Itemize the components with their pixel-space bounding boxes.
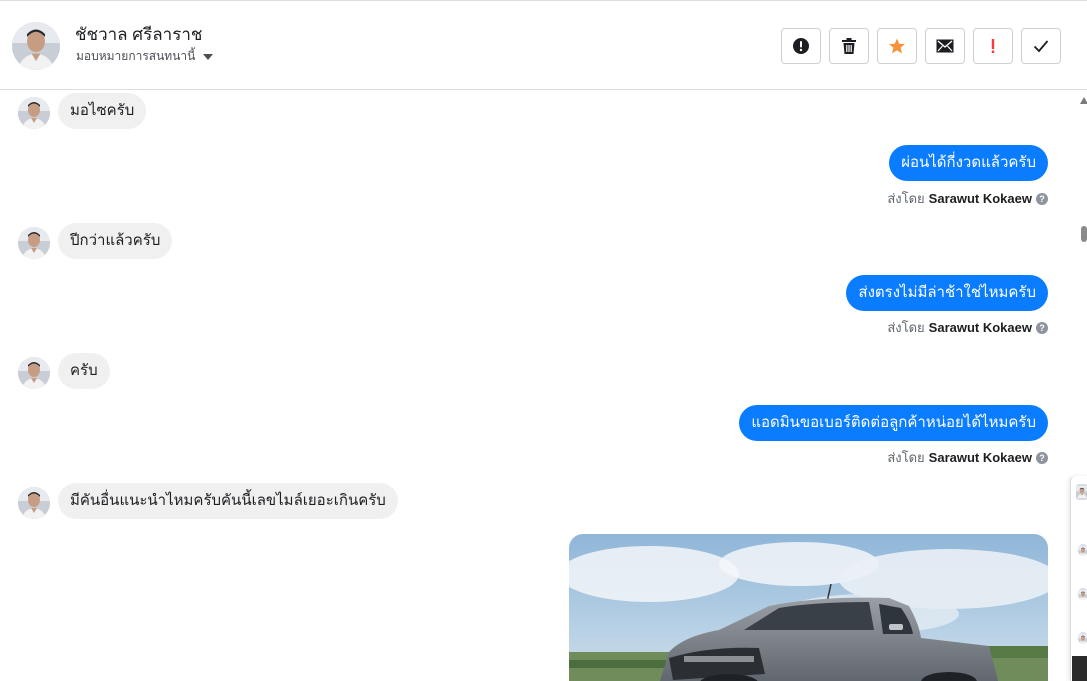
exclamation-circle-icon [793, 38, 809, 54]
pickup-truck-photo [569, 534, 1048, 681]
assign-conversation-dropdown[interactable]: มอบหมายการสนทนานี้ [76, 47, 214, 66]
sent-by-prefix: ส่งโดย [887, 450, 925, 465]
agent-name: Sarawut Kokaew [928, 191, 1032, 206]
incoming-message[interactable]: ครับ [58, 353, 110, 389]
side-avatar-strip [1070, 476, 1087, 681]
delete-button[interactable] [829, 28, 869, 64]
incoming-message[interactable]: ปีกว่าแล้วครับ [58, 223, 173, 259]
sent-by-label: ส่งโดย Sarawut Kokaew ? [887, 188, 1048, 209]
contact-name[interactable]: ชัชวาล ศรีลาราช [75, 21, 202, 48]
envelope-icon [936, 39, 954, 53]
outgoing-message[interactable]: แอดมินขอเบอร์ติดต่อลูกค้าหน่อยได้ไหมครับ [739, 405, 1048, 441]
assign-label: มอบหมายการสนทนานี้ [76, 49, 196, 63]
question-circle-icon[interactable]: ? [1036, 321, 1048, 334]
conversation-toolbar [781, 28, 1061, 64]
report-button[interactable] [781, 28, 821, 64]
incoming-message[interactable]: มีคันอื่นแนะนำไหมครับคันนี้เลขไมล์เยอะเก… [58, 483, 398, 519]
follow-up-button[interactable] [973, 28, 1013, 64]
contact-avatar-small [18, 97, 50, 129]
outgoing-message[interactable]: ผ่อนได้กี่งวดแล้วครับ [889, 145, 1048, 181]
question-circle-icon[interactable]: ? [1036, 451, 1048, 464]
scroll-up-arrow-icon[interactable] [1080, 97, 1087, 104]
contact-avatar-mini[interactable] [1076, 484, 1087, 500]
conversation-header: ชัชวาล ศรีลาราช มอบหมายการสนทนานี้ [0, 0, 1087, 90]
check-icon [1033, 40, 1049, 53]
contact-avatar-mini[interactable] [1078, 632, 1087, 644]
sent-by-label: ส่งโดย Sarawut Kokaew ? [887, 447, 1048, 468]
star-button[interactable] [877, 28, 917, 64]
contact-avatar[interactable] [12, 22, 60, 70]
contact-avatar-small [18, 487, 50, 519]
contact-avatar-mini[interactable] [1078, 588, 1087, 600]
incoming-message[interactable]: มอไซครับ [58, 93, 147, 129]
sent-by-prefix: ส่งโดย [887, 191, 925, 206]
question-circle-icon[interactable]: ? [1036, 192, 1048, 205]
agent-name: Sarawut Kokaew [928, 450, 1032, 465]
agent-name: Sarawut Kokaew [928, 320, 1032, 335]
message-thread[interactable]: มอไซครับ ผ่อนได้กี่งวดแล้วครับ ส่งโดย Sa… [0, 91, 1072, 681]
contact-avatar-small [18, 227, 50, 259]
mark-done-button[interactable] [1021, 28, 1061, 64]
outgoing-message[interactable]: ส่งตรงไม่มีล่าช้าใช่ไหมครับ [846, 275, 1048, 311]
sent-by-prefix: ส่งโดย [887, 320, 925, 335]
contact-avatar-mini[interactable] [1078, 544, 1087, 556]
trash-icon [842, 38, 856, 54]
mark-unread-button[interactable] [925, 28, 965, 64]
outgoing-photo-attachment[interactable] [569, 534, 1048, 681]
star-icon [889, 38, 905, 54]
side-panel-footer [1072, 656, 1087, 681]
contact-avatar-small [18, 357, 50, 389]
scrollbar-thumb[interactable] [1081, 226, 1087, 242]
exclamation-icon [991, 39, 995, 53]
chevron-down-icon [203, 53, 214, 60]
sent-by-label: ส่งโดย Sarawut Kokaew ? [887, 317, 1048, 338]
